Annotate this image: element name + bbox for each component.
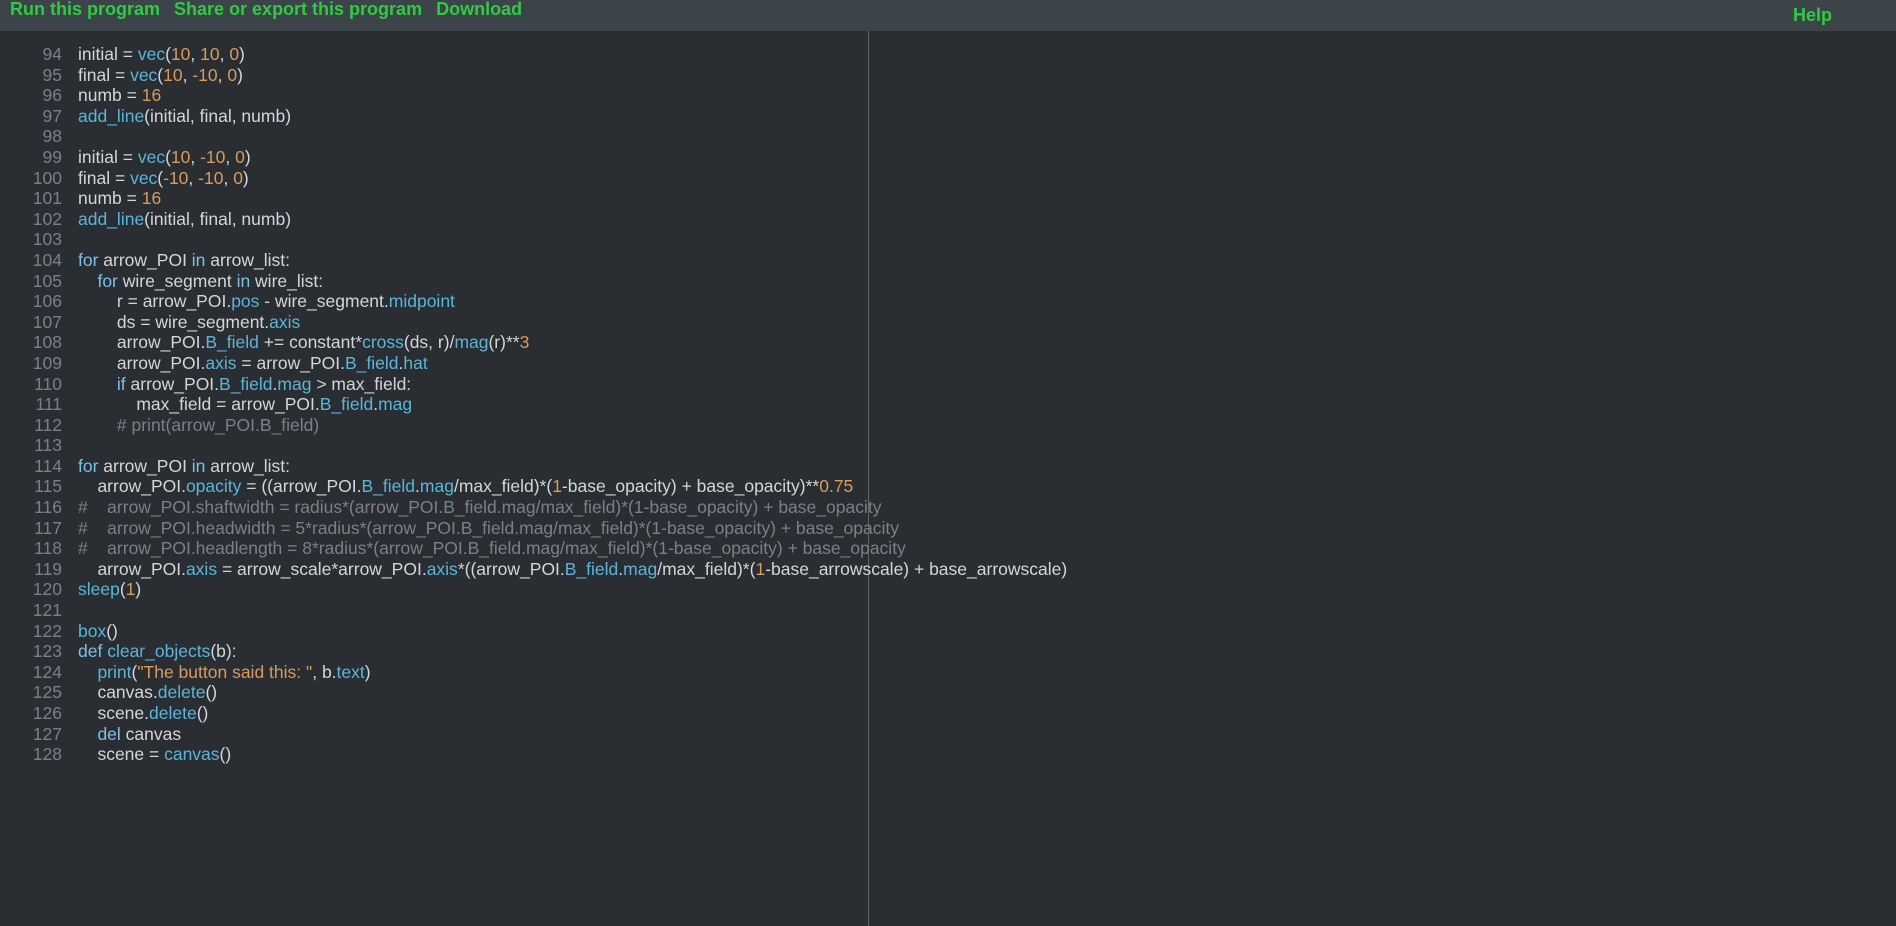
code-line[interactable]: for arrow_POI in arrow_list:	[78, 250, 1067, 271]
line-number: 123	[0, 641, 62, 662]
line-number: 104	[0, 250, 62, 271]
line-number: 110	[0, 374, 62, 395]
line-number: 100	[0, 168, 62, 189]
code-line[interactable]: initial = vec(10, 10, 0)	[78, 44, 1067, 65]
code-line[interactable]: arrow_POI.axis = arrow_scale*arrow_POI.a…	[78, 559, 1067, 580]
line-number: 99	[0, 147, 62, 168]
line-number: 116	[0, 497, 62, 518]
code-line[interactable]: r = arrow_POI.pos - wire_segment.midpoin…	[78, 291, 1067, 312]
line-number: 115	[0, 476, 62, 497]
code-line[interactable]: numb = 16	[78, 85, 1067, 106]
code-line[interactable]: del canvas	[78, 724, 1067, 745]
code-line[interactable]: box()	[78, 621, 1067, 642]
code-line[interactable]: add_line(initial, final, numb)	[78, 106, 1067, 127]
line-number: 107	[0, 312, 62, 333]
code-line[interactable]: ds = wire_segment.axis	[78, 312, 1067, 333]
line-number: 127	[0, 724, 62, 745]
code-line[interactable]: arrow_POI.axis = arrow_POI.B_field.hat	[78, 353, 1067, 374]
code-editor[interactable]: 9495969798991001011021031041051061071081…	[0, 31, 1896, 926]
line-number: 113	[0, 435, 62, 456]
code-line[interactable]: for wire_segment in wire_list:	[78, 271, 1067, 292]
toolbar: Run this program Share or export this pr…	[0, 0, 1896, 31]
code-line[interactable]: scene.delete()	[78, 703, 1067, 724]
code-line[interactable]	[78, 600, 1067, 621]
line-number: 102	[0, 209, 62, 230]
code-line[interactable]	[78, 229, 1067, 250]
line-number: 125	[0, 682, 62, 703]
line-number: 105	[0, 271, 62, 292]
code-content[interactable]: initial = vec(10, 10, 0)final = vec(10, …	[78, 31, 1067, 765]
code-line[interactable]	[78, 435, 1067, 456]
line-number: 103	[0, 229, 62, 250]
line-number: 101	[0, 188, 62, 209]
code-line[interactable]	[78, 126, 1067, 147]
code-line[interactable]: # arrow_POI.headlength = 8*radius*(arrow…	[78, 538, 1067, 559]
code-line[interactable]: add_line(initial, final, numb)	[78, 209, 1067, 230]
line-number: 121	[0, 600, 62, 621]
line-number: 97	[0, 106, 62, 127]
line-number-gutter: 9495969798991001011021031041051061071081…	[0, 31, 68, 765]
code-line[interactable]: final = vec(-10, -10, 0)	[78, 168, 1067, 189]
code-line[interactable]: max_field = arrow_POI.B_field.mag	[78, 394, 1067, 415]
code-line[interactable]: arrow_POI.B_field += constant*cross(ds, …	[78, 332, 1067, 353]
code-line[interactable]: def clear_objects(b):	[78, 641, 1067, 662]
line-number: 108	[0, 332, 62, 353]
line-number: 98	[0, 126, 62, 147]
line-number: 114	[0, 456, 62, 477]
code-line[interactable]: sleep(1)	[78, 579, 1067, 600]
code-line[interactable]: # print(arrow_POI.B_field)	[78, 415, 1067, 436]
download-link[interactable]: Download	[436, 0, 522, 19]
code-line[interactable]: scene = canvas()	[78, 744, 1067, 765]
line-number: 94	[0, 44, 62, 65]
code-line[interactable]: canvas.delete()	[78, 682, 1067, 703]
line-number: 96	[0, 85, 62, 106]
line-number: 109	[0, 353, 62, 374]
code-line[interactable]: # arrow_POI.headwidth = 5*radius*(arrow_…	[78, 518, 1067, 539]
toolbar-left: Run this program Share or export this pr…	[10, 0, 522, 19]
code-line[interactable]: for arrow_POI in arrow_list:	[78, 456, 1067, 477]
run-link[interactable]: Run this program	[10, 0, 160, 19]
line-number: 122	[0, 621, 62, 642]
line-number: 119	[0, 559, 62, 580]
share-link[interactable]: Share or export this program	[174, 0, 422, 19]
code-line[interactable]: print("The button said this: ", b.text)	[78, 662, 1067, 683]
code-line[interactable]: final = vec(10, -10, 0)	[78, 65, 1067, 86]
code-line[interactable]: if arrow_POI.B_field.mag > max_field:	[78, 374, 1067, 395]
line-number: 111	[0, 394, 62, 415]
line-number: 112	[0, 415, 62, 436]
code-line[interactable]: numb = 16	[78, 188, 1067, 209]
line-number: 120	[0, 579, 62, 600]
line-number: 106	[0, 291, 62, 312]
line-number: 128	[0, 744, 62, 765]
line-number: 95	[0, 65, 62, 86]
line-number: 126	[0, 703, 62, 724]
code-line[interactable]: arrow_POI.opacity = ((arrow_POI.B_field.…	[78, 476, 1067, 497]
line-number: 124	[0, 662, 62, 683]
help-link[interactable]: Help	[1793, 6, 1832, 25]
code-line[interactable]: initial = vec(10, -10, 0)	[78, 147, 1067, 168]
line-number: 117	[0, 518, 62, 539]
code-line[interactable]: # arrow_POI.shaftwidth = radius*(arrow_P…	[78, 497, 1067, 518]
line-number: 118	[0, 538, 62, 559]
